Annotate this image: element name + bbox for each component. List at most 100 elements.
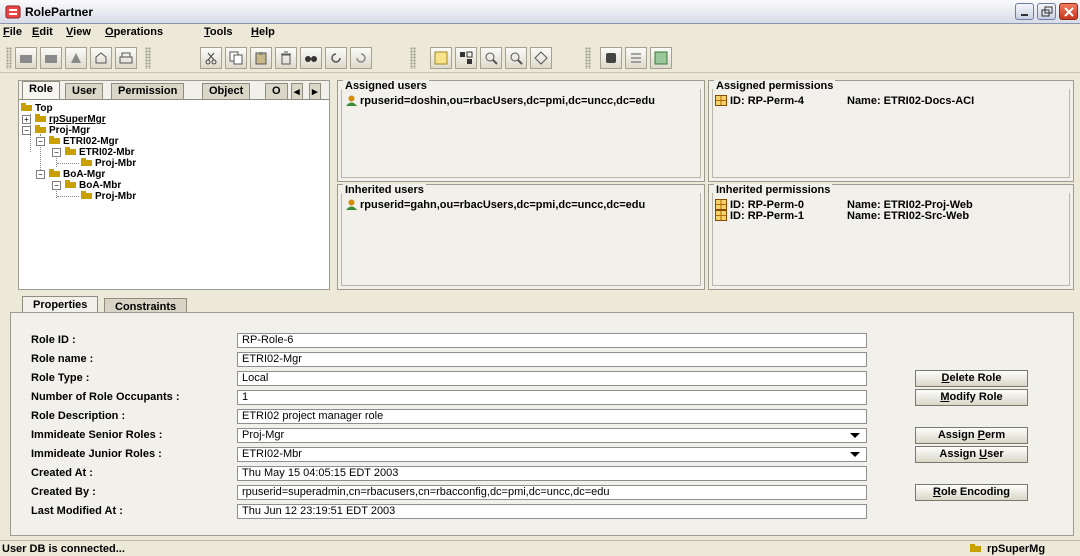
menu-bar: File Edit View Operations Tools Help xyxy=(0,24,1080,41)
created-by-field[interactable]: rpuserid=superadmin,cn=rbacusers,cn=rbac… xyxy=(237,485,867,500)
modify-role-button[interactable]: Modify Role xyxy=(915,389,1028,406)
role-name-field[interactable]: ETRI02-Mgr xyxy=(237,352,867,367)
print-icon xyxy=(119,52,133,64)
copy-button[interactable] xyxy=(225,47,247,69)
close-button[interactable] xyxy=(1059,3,1078,20)
navigate-button[interactable] xyxy=(530,47,552,69)
menu-tools[interactable]: Tools xyxy=(204,26,233,38)
new-role-icon xyxy=(20,55,32,63)
undo-button[interactable] xyxy=(350,47,372,69)
new-user-icon xyxy=(45,55,57,63)
created-at-field[interactable]: Thu May 15 04:05:15 EDT 2003 xyxy=(237,466,867,481)
zoom-out-button[interactable] xyxy=(505,47,527,69)
app-icon xyxy=(5,5,21,19)
role-description-label: Role Description : xyxy=(31,410,126,422)
undo-icon xyxy=(356,53,366,63)
delete-role-button[interactable]: Delete Role xyxy=(915,370,1028,387)
tree-node-proj-mgr[interactable]: Proj-Mgr xyxy=(35,125,90,136)
assign-perm-button[interactable]: Assign Perm xyxy=(915,427,1028,444)
role-encoding-button[interactable]: Role Encoding xyxy=(915,484,1028,501)
assigned-permission-item[interactable]: ID: RP-Perm-4 xyxy=(715,95,804,107)
last-modified-field[interactable]: Thu Jun 12 23:19:51 EDT 2003 xyxy=(237,504,867,519)
tree-node-rpsupermgr[interactable]: rpSuperMgr xyxy=(35,114,106,125)
collapse-toggle[interactable]: − xyxy=(52,181,61,190)
tab-user[interactable]: User xyxy=(65,83,104,99)
menu-file[interactable]: File xyxy=(3,26,22,38)
new-object-button[interactable] xyxy=(90,47,112,69)
db-connect-icon xyxy=(606,53,616,63)
collapse-toggle[interactable]: − xyxy=(22,126,31,135)
status-user: rpSuperMg xyxy=(970,543,1045,555)
toolbar-grip[interactable] xyxy=(6,47,12,69)
user-icon xyxy=(346,95,357,106)
cut-icon xyxy=(205,52,217,65)
graph-view-button[interactable] xyxy=(455,47,477,69)
assign-user-button[interactable]: Assign User xyxy=(915,446,1028,463)
toolbar-grip[interactable] xyxy=(585,47,591,69)
tab-operation[interactable]: O xyxy=(265,83,288,99)
tree-node-boa-mgr[interactable]: BoA-Mgr xyxy=(49,169,105,180)
menu-operations[interactable]: Operations xyxy=(105,26,163,38)
menu-view[interactable]: View xyxy=(66,26,91,38)
role-id-field[interactable]: RP-Role-6 xyxy=(237,333,867,348)
tree-node-proj-mbr[interactable]: Proj-Mbr xyxy=(81,158,136,169)
refresh-button[interactable] xyxy=(325,47,347,69)
new-permission-button[interactable] xyxy=(65,47,87,69)
chevron-down-icon[interactable] xyxy=(850,452,860,457)
tab-role[interactable]: Role xyxy=(22,81,60,99)
created-by-label: Created By : xyxy=(31,486,96,498)
menu-edit[interactable]: Edit xyxy=(32,26,53,38)
role-icon xyxy=(81,191,92,199)
junior-roles-select[interactable]: ETRI02-Mbr xyxy=(237,447,867,462)
cut-button[interactable] xyxy=(200,47,222,69)
inherited-permission-item[interactable]: ID: RP-Perm-1 xyxy=(715,210,804,222)
senior-roles-select[interactable]: Proj-Mgr xyxy=(237,428,867,443)
find-button[interactable] xyxy=(300,47,322,69)
role-occupants-field[interactable]: 1 xyxy=(237,390,867,405)
tree-connector xyxy=(57,163,79,164)
tree-view-button[interactable] xyxy=(430,47,452,69)
menu-help[interactable]: Help xyxy=(251,26,275,38)
tree-connector xyxy=(57,196,79,197)
maximize-button[interactable] xyxy=(1037,3,1056,20)
tree-node-boa-mbr[interactable]: BoA-Mbr xyxy=(65,180,121,191)
tree-node-proj-mbr-2[interactable]: Proj-Mbr xyxy=(81,191,136,202)
export-button[interactable] xyxy=(650,47,672,69)
close-icon xyxy=(1064,7,1074,17)
paste-button[interactable] xyxy=(250,47,272,69)
find-icon xyxy=(305,56,317,62)
new-role-button[interactable] xyxy=(15,47,37,69)
role-description-field[interactable]: ETRI02 project manager role xyxy=(237,409,867,424)
permission-icon xyxy=(715,210,727,221)
tree-node-top[interactable]: Top xyxy=(21,103,53,114)
print-button[interactable] xyxy=(115,47,137,69)
role-icon xyxy=(81,158,92,166)
tree-node-etri02-mbr[interactable]: ETRI02-Mbr xyxy=(65,147,135,158)
collapse-toggle[interactable]: − xyxy=(36,137,45,146)
list-button[interactable] xyxy=(625,47,647,69)
collapse-toggle[interactable]: − xyxy=(36,170,45,179)
restore-icon xyxy=(1041,6,1053,17)
inherited-user-item[interactable]: rpuserid=gahn,ou=rbacUsers,dc=pmi,dc=unc… xyxy=(346,199,645,211)
toolbar-grip[interactable] xyxy=(145,47,151,69)
assigned-permissions-panel: Assigned permissions ID: RP-Perm-4 Name:… xyxy=(708,80,1074,182)
collapse-toggle[interactable]: − xyxy=(52,148,61,157)
tab-permission[interactable]: Permission xyxy=(111,83,185,99)
navigator-panel: Role User Permission Object O ◂ ▸ Top + … xyxy=(18,80,330,290)
expand-toggle[interactable]: + xyxy=(22,115,31,124)
assigned-users-title: Assigned users xyxy=(343,80,429,92)
minimize-button[interactable] xyxy=(1015,3,1034,20)
tab-scroll-left-button[interactable]: ◂ xyxy=(291,83,303,99)
chevron-down-icon[interactable] xyxy=(850,433,860,438)
list-icon xyxy=(631,53,641,63)
role-type-field[interactable]: Local xyxy=(237,371,867,386)
zoom-in-button[interactable] xyxy=(480,47,502,69)
toolbar-grip[interactable] xyxy=(410,47,416,69)
db-connect-button[interactable] xyxy=(600,47,622,69)
tab-object[interactable]: Object xyxy=(202,83,251,99)
tree-node-etri02-mgr[interactable]: ETRI02-Mgr xyxy=(49,136,119,147)
tab-scroll-right-button[interactable]: ▸ xyxy=(309,83,321,99)
new-user-button[interactable] xyxy=(40,47,62,69)
assigned-user-item[interactable]: rpuserid=doshin,ou=rbacUsers,dc=pmi,dc=u… xyxy=(346,95,655,107)
delete-button[interactable] xyxy=(275,47,297,69)
